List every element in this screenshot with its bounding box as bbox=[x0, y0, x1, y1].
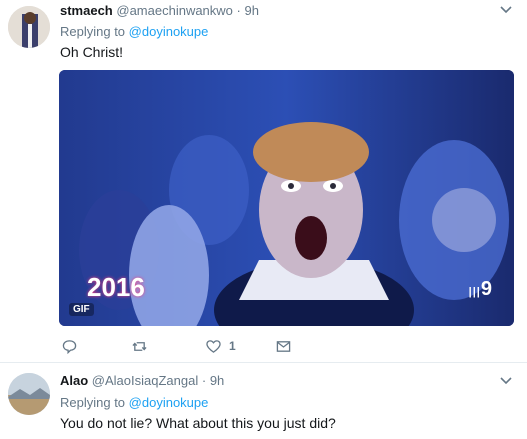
reply-mention-link[interactable]: @doyinokupe bbox=[129, 24, 209, 39]
avatar[interactable] bbox=[8, 373, 50, 415]
replying-to: Replying to @doyinokupe bbox=[60, 395, 208, 410]
like-button[interactable]: 1 bbox=[206, 336, 236, 356]
gif-badge: GIF bbox=[69, 303, 94, 316]
tweet-text: Oh Christ! bbox=[60, 44, 124, 60]
separator: · bbox=[236, 3, 241, 18]
retweet-button[interactable] bbox=[132, 336, 147, 356]
chevron-down-icon[interactable] bbox=[499, 375, 513, 387]
display-name[interactable]: Alao bbox=[60, 373, 88, 388]
channel-logo: |||9 bbox=[468, 278, 492, 300]
reply-button[interactable] bbox=[62, 336, 77, 356]
tweet[interactable]: stmaech @amaechinwankwo · 9h Replying to… bbox=[0, 0, 527, 362]
gif-media[interactable]: 2016 |||9 GIF bbox=[59, 70, 514, 326]
heart-icon bbox=[206, 339, 221, 353]
display-name[interactable]: stmaech bbox=[60, 3, 113, 18]
tweet-header: stmaech @amaechinwankwo · 9h bbox=[60, 3, 259, 18]
tweet-header: Alao @AlaoIsiaqZangal · 9h bbox=[60, 373, 224, 388]
envelope-icon bbox=[276, 340, 291, 352]
avatar[interactable] bbox=[8, 6, 50, 48]
reply-icon bbox=[62, 339, 77, 354]
reply-prefix: Replying to bbox=[60, 395, 126, 410]
reply-mention-link[interactable]: @doyinokupe bbox=[129, 395, 209, 410]
tweet-text: You do not lie? What about this you just… bbox=[60, 415, 336, 431]
timestamp[interactable]: 9h bbox=[245, 3, 259, 18]
message-button[interactable] bbox=[276, 336, 291, 356]
event-logo: 2016 bbox=[87, 272, 145, 302]
reply-prefix: Replying to bbox=[60, 24, 126, 39]
like-count: 1 bbox=[229, 339, 236, 353]
tweet-actions: 1 bbox=[60, 336, 360, 356]
chevron-down-icon[interactable] bbox=[499, 4, 513, 16]
retweet-icon bbox=[132, 341, 147, 351]
channel-number: 9 bbox=[480, 278, 492, 300]
separator: · bbox=[201, 373, 207, 388]
user-handle[interactable]: @amaechinwankwo bbox=[116, 3, 233, 18]
timestamp[interactable]: 9h bbox=[210, 373, 224, 388]
tweet[interactable]: Alao @AlaoIsiaqZangal · 9h Replying to @… bbox=[0, 362, 527, 439]
user-handle[interactable]: @AlaoIsiaqZangal bbox=[92, 373, 198, 388]
replying-to: Replying to @doyinokupe bbox=[60, 24, 208, 39]
